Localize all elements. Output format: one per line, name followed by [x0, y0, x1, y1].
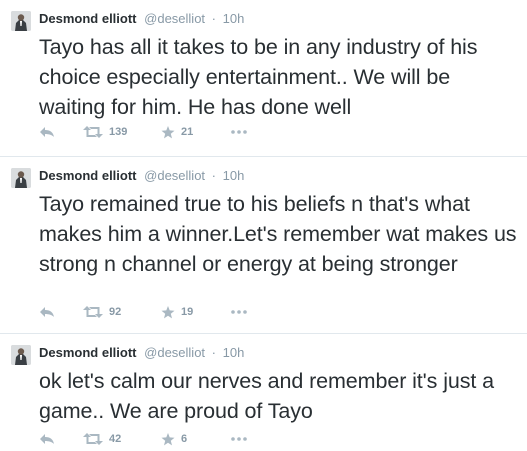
tweet-header: Desmond elliott @deselliot · 10h — [39, 167, 244, 185]
more-button[interactable] — [231, 122, 247, 142]
more-button[interactable] — [231, 429, 247, 449]
author-handle[interactable]: @deselliot — [144, 11, 205, 26]
more-dots-icon — [231, 130, 247, 134]
retweet-button[interactable]: 42 — [83, 429, 121, 449]
timestamp[interactable]: 10h — [223, 345, 245, 360]
retweet-button[interactable]: 139 — [83, 122, 127, 142]
retweet-button[interactable]: 92 — [83, 302, 121, 322]
more-button[interactable] — [231, 302, 247, 322]
tweet-header: Desmond elliott @deselliot · 10h — [39, 344, 244, 362]
avatar[interactable] — [11, 11, 31, 31]
separator: · — [211, 11, 217, 26]
favorite-button[interactable]: 6 — [161, 429, 187, 449]
retweet-icon — [83, 306, 103, 318]
reply-icon — [39, 306, 55, 318]
author-handle[interactable]: @deselliot — [144, 345, 205, 360]
author-name[interactable]: Desmond elliott — [39, 345, 137, 360]
retweet-count: 139 — [109, 126, 128, 138]
favorite-count: 21 — [181, 126, 194, 138]
tweet-text: ok let's calm our nerves and remember it… — [39, 369, 494, 423]
author-name[interactable]: Desmond elliott — [39, 11, 137, 26]
favorite-count: 6 — [181, 433, 188, 445]
author-handle[interactable]: @deselliot — [144, 168, 205, 183]
retweet-count: 92 — [109, 306, 122, 318]
tweet-feed: Desmond elliott @deselliot · 10h Tayo ha… — [0, 0, 527, 451]
more-dots-icon — [231, 437, 247, 441]
tweet[interactable]: Desmond elliott @deselliot · 10h ok let'… — [0, 334, 527, 451]
tweet-text: Tayo has all it takes to be in any indus… — [39, 35, 478, 119]
retweet-icon — [83, 433, 103, 445]
tweet-text: Tayo remained true to his beliefs n that… — [39, 192, 517, 276]
more-dots-icon — [231, 310, 247, 314]
favorite-count: 19 — [181, 306, 194, 318]
reply-button[interactable] — [39, 429, 55, 449]
tweet-header: Desmond elliott @deselliot · 10h — [39, 10, 244, 28]
separator: · — [211, 168, 217, 183]
avatar[interactable] — [11, 345, 31, 365]
timestamp[interactable]: 10h — [223, 11, 245, 26]
tweet[interactable]: Desmond elliott @deselliot · 10h Tayo re… — [0, 157, 527, 334]
favorite-button[interactable]: 21 — [161, 122, 193, 142]
star-icon — [161, 305, 175, 319]
star-icon — [161, 432, 175, 446]
author-name[interactable]: Desmond elliott — [39, 168, 137, 183]
tweet[interactable]: Desmond elliott @deselliot · 10h Tayo ha… — [0, 0, 527, 157]
reply-icon — [39, 433, 55, 445]
separator: · — [211, 345, 217, 360]
reply-button[interactable] — [39, 302, 55, 322]
favorite-button[interactable]: 19 — [161, 302, 193, 322]
reply-icon — [39, 126, 55, 138]
star-icon — [161, 125, 175, 139]
timestamp[interactable]: 10h — [223, 168, 245, 183]
retweet-count: 42 — [109, 433, 122, 445]
retweet-icon — [83, 126, 103, 138]
reply-button[interactable] — [39, 122, 55, 142]
avatar[interactable] — [11, 168, 31, 188]
